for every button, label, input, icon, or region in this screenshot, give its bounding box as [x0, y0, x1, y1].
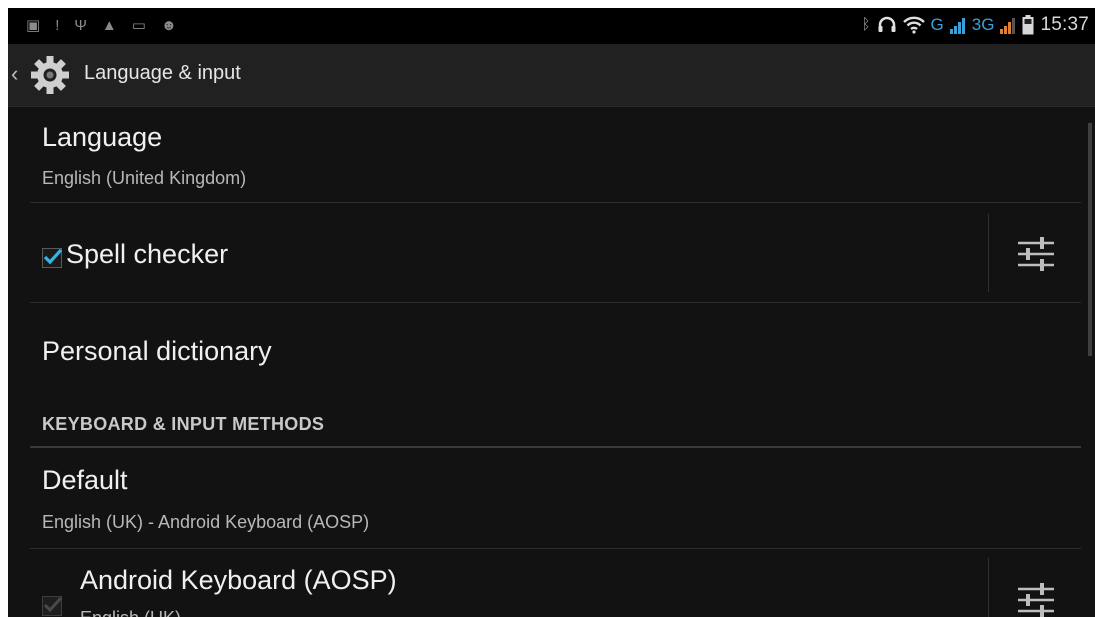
- section-header-label: KEYBOARD & INPUT METHODS: [42, 414, 325, 434]
- default-keyboard-item[interactable]: Default English (UK) - Android Keyboard …: [30, 449, 1081, 547]
- spell-checker-settings-icon[interactable]: [1016, 234, 1056, 274]
- android-icon: ☻: [160, 17, 177, 34]
- spell-checker-item[interactable]: Spell checker: [30, 203, 1081, 301]
- status-bar: ▣ ! Ψ ▲ ▭ ☻ ᛒ G 3G 15:37: [8, 8, 1095, 44]
- language-title: Language: [42, 122, 163, 152]
- android-keyboard-settings-icon[interactable]: [1016, 580, 1056, 617]
- network-3g-label: 3G: [971, 15, 995, 34]
- personal-dictionary-title: Personal dictionary: [42, 336, 272, 366]
- screen: ▣ ! Ψ ▲ ▭ ☻ ᛒ G 3G 15:37 ‹ Language & in…: [8, 8, 1095, 617]
- android-keyboard-summary: English (UK): [80, 608, 181, 617]
- vertical-separator: [988, 214, 989, 292]
- headset-icon: [878, 16, 896, 32]
- signal-3g-icon: [1000, 18, 1016, 34]
- lock-icon: ▲: [101, 17, 117, 34]
- default-title: Default: [42, 465, 128, 495]
- up-button[interactable]: ‹: [8, 44, 80, 106]
- bluetooth-icon: ᛒ: [861, 16, 871, 33]
- scrollbar[interactable]: [1088, 123, 1092, 356]
- battery-icon: [1022, 15, 1034, 35]
- action-bar: ‹ Language & input: [8, 44, 1095, 107]
- alert-icon: !: [55, 17, 60, 34]
- page-title: Language & input: [84, 62, 241, 84]
- personal-dictionary-item[interactable]: Personal dictionary: [30, 303, 1081, 401]
- checkmark-icon: [43, 596, 63, 613]
- wifi-icon: [902, 16, 925, 34]
- network-g-label: G: [930, 15, 944, 34]
- signal-icon: [949, 18, 965, 34]
- message-icon: ▣: [26, 17, 41, 34]
- section-divider: [30, 446, 1081, 448]
- android-keyboard-item[interactable]: Android Keyboard (AOSP) English (UK): [30, 549, 1081, 617]
- vertical-separator: [988, 558, 989, 617]
- status-left-icons: ▣ ! Ψ ▲ ▭ ☻: [26, 16, 177, 36]
- android-keyboard-checkbox[interactable]: [42, 596, 63, 616]
- language-summary: English (United Kingdom): [42, 168, 247, 188]
- language-item[interactable]: Language English (United Kingdom): [30, 118, 1081, 202]
- status-right-icons: ᛒ G 3G 15:37: [862, 14, 1089, 36]
- android-keyboard-title: Android Keyboard (AOSP): [80, 565, 397, 595]
- usb-icon: Ψ: [74, 17, 87, 34]
- gallery-icon: ▭: [131, 17, 146, 34]
- keyboard-section-header: KEYBOARD & INPUT METHODS: [30, 404, 1081, 444]
- checkmark-icon: [43, 248, 63, 265]
- default-summary: English (UK) - Android Keyboard (AOSP): [42, 512, 370, 532]
- gear-icon: [31, 56, 69, 94]
- spell-checker-title: Spell checker: [66, 239, 229, 269]
- chevron-left-icon: ‹: [11, 61, 19, 86]
- spell-checker-checkbox[interactable]: [42, 248, 63, 268]
- clock: 15:37: [1040, 14, 1089, 35]
